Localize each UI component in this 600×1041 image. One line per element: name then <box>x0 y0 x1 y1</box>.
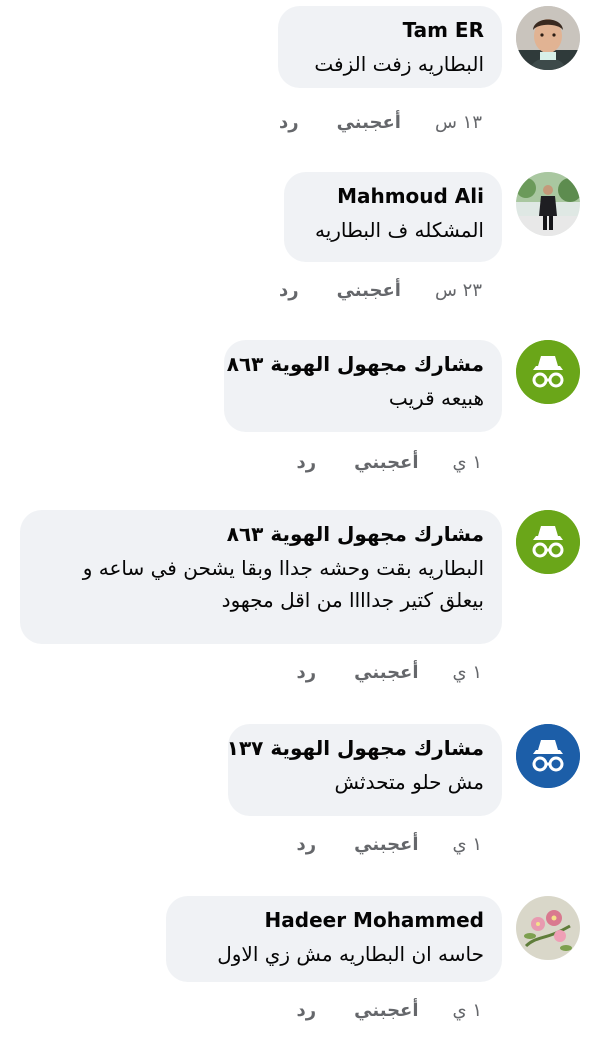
like-button[interactable]: أعجبني <box>354 1000 418 1021</box>
comment-bubble: مشارك مجهول الهوية ٨٦٣ البطاريه بقت وحشه… <box>20 510 502 644</box>
avatar[interactable] <box>516 510 580 574</box>
comment-bubble: Tam ER البطاريه زفت الزفت <box>278 6 502 88</box>
reply-button[interactable]: رد <box>279 112 299 133</box>
anonymous-icon <box>516 510 580 574</box>
commenter-name[interactable]: مشارك مجهول الهوية ٨٦٣ <box>227 352 484 376</box>
comment-text: حاسه ان البطاريه مش زي الاول <box>217 942 484 966</box>
comment-time[interactable]: ١٣ س <box>435 112 482 133</box>
reply-button[interactable]: رد <box>297 834 317 855</box>
comment-time[interactable]: ١ ي <box>453 452 482 473</box>
comment-time[interactable]: ١ ي <box>453 834 482 855</box>
comment-actions: ١ ي أعجبني رد <box>297 662 482 683</box>
comment-bubble: مشارك مجهول الهوية ١٣٧ مش حلو متحدثش <box>227 724 502 816</box>
reply-button[interactable]: رد <box>297 662 317 683</box>
avatar[interactable] <box>516 896 580 960</box>
reply-button[interactable]: رد <box>297 1000 317 1021</box>
comment-text: المشكله ف البطاريه <box>314 218 484 242</box>
comment-actions: ٢٣ س أعجبني رد <box>279 280 482 301</box>
commenter-name[interactable]: Mahmoud Ali <box>306 184 484 208</box>
commenter-name[interactable]: Hadeer Mohammed <box>188 908 484 932</box>
comment-actions: ١ ي أعجبني رد <box>297 1000 482 1021</box>
profile-photo-man <box>516 172 580 236</box>
avatar[interactable] <box>516 724 580 788</box>
profile-photo-flowers <box>516 896 580 960</box>
commenter-name[interactable]: Tam ER <box>300 18 484 42</box>
comment-text: هبيعه قريب <box>388 386 484 410</box>
commenter-name[interactable]: مشارك مجهول الهوية ٨٦٣ <box>42 522 484 546</box>
avatar[interactable] <box>516 340 580 404</box>
anonymous-icon <box>516 340 580 404</box>
like-button[interactable]: أعجبني <box>337 280 401 301</box>
avatar[interactable] <box>516 6 580 70</box>
commenter-name[interactable]: مشارك مجهول الهوية ١٣٧ <box>227 736 484 760</box>
like-button[interactable]: أعجبني <box>337 112 401 133</box>
comment-bubble: Hadeer Mohammed حاسه ان البطاريه مش زي ا… <box>166 896 502 982</box>
comment-bubble: مشارك مجهول الهوية ٨٦٣ هبيعه قريب <box>224 340 502 432</box>
comment-time[interactable]: ٢٣ س <box>435 280 482 301</box>
comment-time[interactable]: ١ ي <box>453 1000 482 1021</box>
like-button[interactable]: أعجبني <box>354 452 418 473</box>
comment-text: البطاريه زفت الزفت <box>314 52 484 76</box>
reply-button[interactable]: رد <box>279 280 299 301</box>
avatar[interactable] <box>516 172 580 236</box>
comment-bubble: Mahmoud Ali المشكله ف البطاريه <box>284 172 502 262</box>
comment-actions: ١٣ س أعجبني رد <box>279 112 482 133</box>
comment-time[interactable]: ١ ي <box>453 662 482 683</box>
reply-button[interactable]: رد <box>297 452 317 473</box>
comment-text: مش حلو متحدثش <box>334 770 484 794</box>
comment-text: البطاريه بقت وحشه جداا وبقا يشحن في ساعه… <box>82 556 484 612</box>
like-button[interactable]: أعجبني <box>354 834 418 855</box>
profile-photo-boy <box>516 6 580 70</box>
like-button[interactable]: أعجبني <box>354 662 418 683</box>
anonymous-icon <box>516 724 580 788</box>
comment-actions: ١ ي أعجبني رد <box>297 834 482 855</box>
comment-actions: ١ ي أعجبني رد <box>297 452 482 473</box>
